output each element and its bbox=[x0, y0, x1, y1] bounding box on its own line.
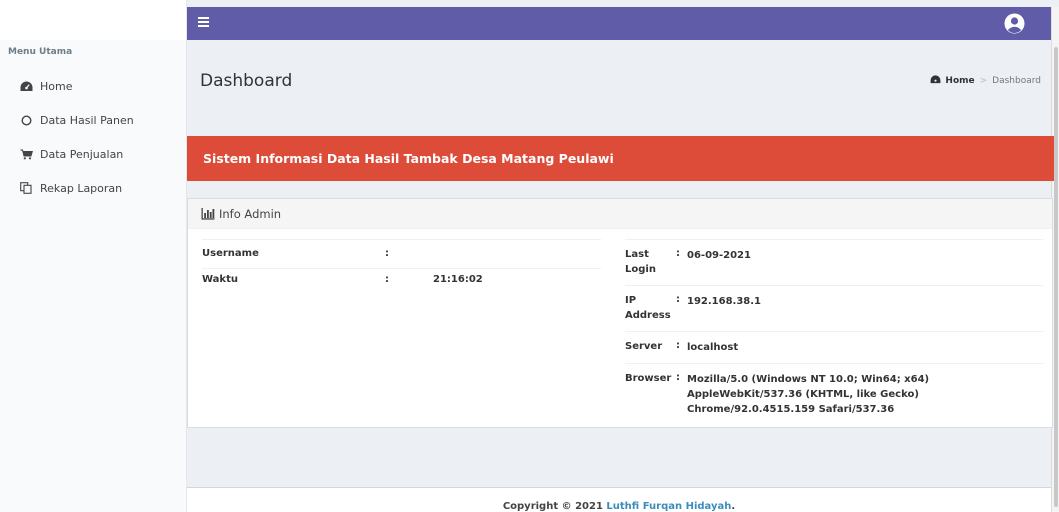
row-label: Waktu bbox=[202, 274, 238, 285]
copy-icon bbox=[19, 181, 33, 195]
row-label: Server bbox=[625, 341, 663, 352]
footer-copyright: Copyright © 2021 bbox=[502, 501, 607, 512]
breadcrumb-home-link[interactable]: Home bbox=[945, 76, 974, 86]
sidebar-item-home[interactable]: Home bbox=[0, 69, 186, 103]
footer-author-link[interactable]: Luthfi Furqan Hidayah bbox=[606, 501, 731, 512]
row-value: localhost bbox=[687, 342, 739, 353]
menu-header: Menu Utama bbox=[8, 47, 73, 57]
footer: Copyright © 2021 Luthfi Furqan Hidayah. bbox=[187, 487, 1051, 512]
row-colon: : bbox=[676, 340, 680, 351]
row-label: Username bbox=[202, 248, 259, 259]
info-admin-box: Info Admin Username : Waktu : 21:16:02 L… bbox=[187, 198, 1053, 428]
row-colon: : bbox=[385, 274, 389, 285]
row-value: 192.168.38.1 bbox=[687, 296, 762, 307]
top-navbar bbox=[187, 7, 1051, 40]
admin-info-table-right: Last Login : 06-09-2021 IP Address : 192… bbox=[625, 239, 1043, 425]
bar-chart-icon bbox=[201, 207, 215, 220]
box-title: Info Admin bbox=[219, 206, 282, 221]
row-label: Browser bbox=[625, 373, 672, 384]
breadcrumb: Home > Dashboard bbox=[930, 75, 1041, 87]
row-value: 21:16:02 bbox=[433, 274, 483, 285]
footer-suffix: . bbox=[731, 501, 736, 512]
row-colon: : bbox=[676, 372, 680, 383]
table-row: Browser : Mozilla/5.0 (Windows NT 10.0; … bbox=[625, 363, 1043, 425]
box-header: Info Admin bbox=[188, 199, 1052, 229]
breadcrumb-separator: > bbox=[979, 76, 988, 86]
sidebar-menu: Home Data Hasil Panen Data Penjualan Rek… bbox=[0, 69, 186, 205]
table-row: Server : localhost bbox=[625, 331, 1043, 363]
scrollbar-thumb[interactable] bbox=[1054, 47, 1058, 507]
table-row: IP Address : 192.168.38.1 bbox=[625, 285, 1043, 331]
row-colon: : bbox=[676, 248, 680, 259]
row-colon: : bbox=[385, 248, 389, 259]
sidebar-item-data-hasil-panen[interactable]: Data Hasil Panen bbox=[0, 103, 186, 137]
hamburger-icon[interactable] bbox=[198, 17, 209, 29]
dashboard-icon bbox=[19, 79, 33, 93]
sidebar-item-label: Home bbox=[40, 79, 73, 93]
table-row: Last Login : 06-09-2021 bbox=[625, 239, 1043, 285]
row-label: IP Address bbox=[625, 295, 671, 321]
content-header: Dashboard Home > Dashboard bbox=[187, 58, 1051, 118]
breadcrumb-current: Dashboard bbox=[992, 76, 1041, 86]
row-value: 06-09-2021 bbox=[687, 250, 751, 261]
row-colon: : bbox=[676, 294, 680, 305]
dashboard-icon bbox=[930, 75, 941, 87]
user-circle-icon[interactable] bbox=[1004, 13, 1025, 34]
sidebar-item-label: Rekap Laporan bbox=[40, 181, 123, 195]
row-value: Mozilla/5.0 (Windows NT 10.0; Win64; x64… bbox=[687, 374, 930, 415]
info-banner: Sistem Informasi Data Hasil Tambak Desa … bbox=[187, 136, 1054, 181]
row-label: Last Login bbox=[625, 249, 656, 275]
page-title: Dashboard bbox=[200, 71, 293, 91]
sidebar: Menu Utama Home Data Hasil Panen Data Pe… bbox=[0, 0, 187, 512]
circle-icon bbox=[19, 113, 33, 127]
sidebar-item-label: Data Hasil Panen bbox=[40, 113, 134, 127]
sidebar-top bbox=[0, 0, 186, 40]
sidebar-item-rekap-laporan[interactable]: Rekap Laporan bbox=[0, 171, 186, 205]
table-row: Username : bbox=[202, 239, 601, 268]
shopping-cart-icon bbox=[19, 147, 33, 161]
sidebar-item-label: Data Penjualan bbox=[40, 147, 124, 161]
sidebar-item-data-penjualan[interactable]: Data Penjualan bbox=[0, 137, 186, 171]
table-row: Waktu : 21:16:02 bbox=[202, 268, 601, 297]
admin-info-table-left: Username : Waktu : 21:16:02 bbox=[202, 239, 601, 297]
